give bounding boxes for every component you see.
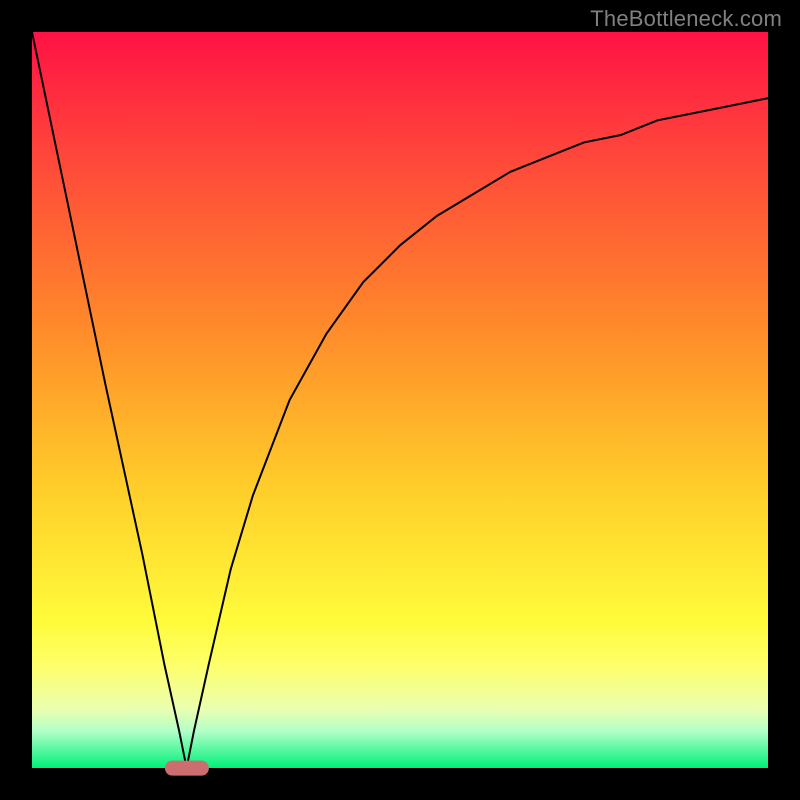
curve-path — [32, 32, 768, 768]
optimal-marker — [164, 761, 208, 776]
chart-frame: TheBottleneck.com — [0, 0, 800, 800]
plot-area — [32, 32, 768, 768]
bottleneck-curve — [32, 32, 768, 768]
watermark-text: TheBottleneck.com — [590, 6, 782, 32]
